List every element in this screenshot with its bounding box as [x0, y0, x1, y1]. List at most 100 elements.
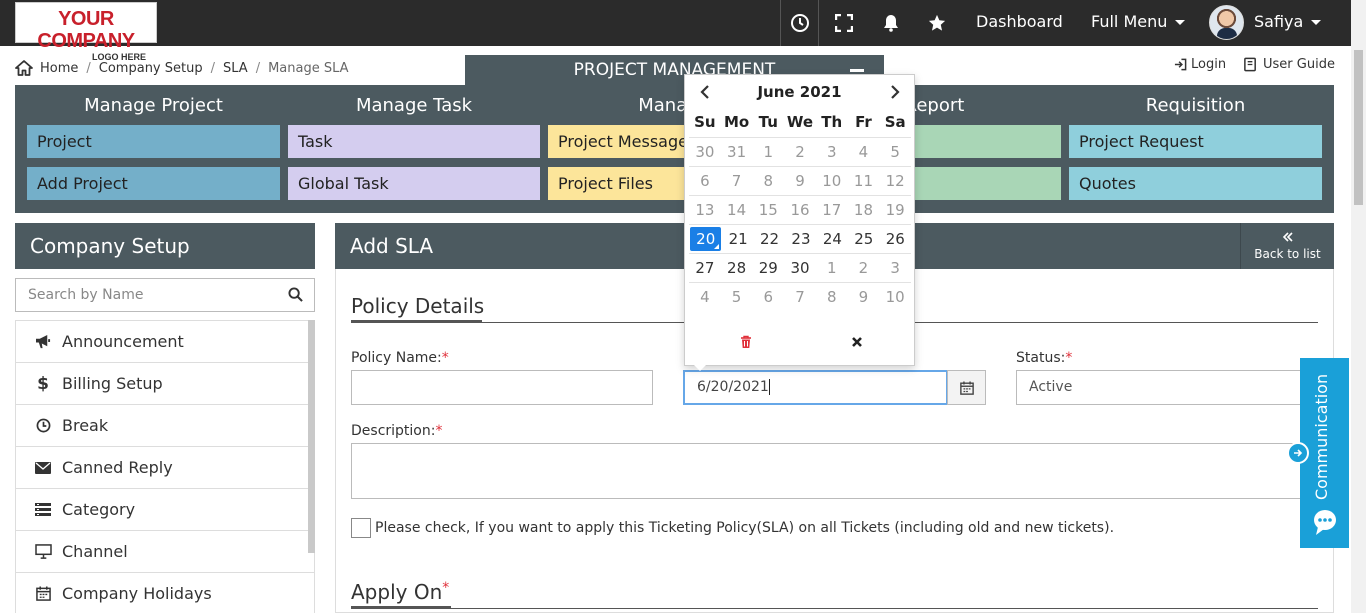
day-cell[interactable]: 21: [722, 225, 753, 253]
breadcrumb-sla[interactable]: SLA: [223, 61, 248, 76]
search-input[interactable]: [16, 279, 286, 311]
day-cell[interactable]: 4: [689, 283, 721, 311]
day-cell[interactable]: 10: [879, 283, 911, 311]
search-icon[interactable]: [288, 287, 303, 302]
day-cell[interactable]: 7: [721, 167, 753, 195]
selected-day[interactable]: 20: [690, 227, 722, 251]
day-cell[interactable]: 13: [689, 196, 721, 224]
date-field[interactable]: 6/20/2021: [683, 370, 948, 405]
required-mark: *: [1065, 350, 1073, 366]
breadcrumb-home[interactable]: Home: [40, 61, 78, 76]
policy-name-field[interactable]: [351, 370, 653, 405]
avatar[interactable]: [1209, 5, 1244, 40]
day-cell[interactable]: 2: [848, 254, 880, 282]
tile-project[interactable]: Project: [27, 125, 280, 158]
dashboard-link[interactable]: Dashboard: [976, 12, 1063, 31]
day-cell[interactable]: 5: [721, 283, 753, 311]
section-divider: [351, 608, 1318, 609]
scrollbar-thumb[interactable]: [1354, 50, 1363, 205]
tile-project-request[interactable]: Project Request: [1069, 125, 1322, 158]
user-menu-dropdown[interactable]: Safiya: [1254, 12, 1322, 31]
menu-item-canned-reply[interactable]: Canned Reply: [16, 447, 314, 489]
day-cell[interactable]: 3: [816, 138, 848, 166]
description-textarea[interactable]: [351, 443, 1306, 499]
day-cell[interactable]: 30: [784, 254, 816, 282]
apply-all-tickets-checkbox[interactable]: [351, 518, 371, 538]
day-cell[interactable]: 9: [784, 167, 816, 195]
day-cell[interactable]: 10: [816, 167, 848, 195]
chevron-left-icon[interactable]: [697, 83, 713, 101]
day-cell[interactable]: 26: [880, 225, 911, 253]
menu-item-category[interactable]: Category: [16, 489, 314, 531]
day-cell[interactable]: 11: [848, 167, 880, 195]
bell-icon[interactable]: [879, 11, 903, 35]
clock-icon[interactable]: [788, 11, 812, 35]
arrow-right-icon[interactable]: [1287, 442, 1309, 464]
day-cell[interactable]: 8: [752, 167, 784, 195]
day-cell[interactable]: 8: [816, 283, 848, 311]
status-select[interactable]: Active: [1016, 370, 1306, 405]
user-guide-link[interactable]: User Guide: [1243, 57, 1335, 72]
menu-item-billing-setup[interactable]: $ Billing Setup: [16, 363, 314, 405]
day-cell[interactable]: 25: [848, 225, 879, 253]
day-cell[interactable]: 2: [784, 138, 816, 166]
day-cell[interactable]: 16: [784, 196, 816, 224]
menu-item-company-holidays[interactable]: Company Holidays: [16, 573, 314, 613]
divider: [818, 0, 819, 46]
day-cell[interactable]: 22: [754, 225, 785, 253]
day-cell[interactable]: 1: [752, 138, 784, 166]
day-cell[interactable]: 12: [879, 167, 911, 195]
collapse-icon[interactable]: [850, 69, 864, 72]
apply-on-title: Apply On*: [351, 580, 449, 604]
company-logo[interactable]: YOUR COMPANY LOGO HERE: [15, 2, 157, 62]
login-link[interactable]: Login: [1174, 57, 1226, 72]
day-cell[interactable]: 31: [721, 138, 753, 166]
user-name: Safiya: [1254, 12, 1304, 31]
day-cell[interactable]: 1: [816, 254, 848, 282]
day-cell[interactable]: 7: [784, 283, 816, 311]
day-cell[interactable]: 6: [752, 283, 784, 311]
day-cell[interactable]: 4: [848, 138, 880, 166]
menu-item-break[interactable]: Break: [16, 405, 314, 447]
datepicker-month[interactable]: June 2021: [685, 83, 914, 101]
policy-details-title: Policy Details: [351, 294, 485, 318]
day-cell[interactable]: 27: [689, 254, 721, 282]
menu-item-announcement[interactable]: Announcement: [16, 321, 314, 363]
calendar-button[interactable]: [947, 370, 986, 405]
day-cell[interactable]: 14: [721, 196, 753, 224]
tile-task[interactable]: Task: [288, 125, 540, 158]
day-cell[interactable]: 15: [752, 196, 784, 224]
close-icon[interactable]: [849, 333, 865, 351]
day-cell[interactable]: 9: [848, 283, 880, 311]
datepicker-week-row: 27 28 29 30 1 2 3: [689, 253, 911, 282]
page-scrollbar[interactable]: [1351, 0, 1366, 613]
menu-item-channel[interactable]: Channel: [16, 531, 314, 573]
day-cell[interactable]: 6: [689, 167, 721, 195]
day-cell[interactable]: 19: [879, 196, 911, 224]
day-cell[interactable]: 24: [817, 225, 848, 253]
full-menu-dropdown[interactable]: Full Menu: [1091, 12, 1186, 31]
datepicker-week-row: 30 31 1 2 3 4 5: [689, 137, 911, 166]
tile-global-task[interactable]: Global Task: [288, 167, 540, 200]
chevron-right-icon[interactable]: [887, 83, 903, 101]
tile-quotes[interactable]: Quotes: [1069, 167, 1322, 200]
tile-add-project[interactable]: Add Project: [27, 167, 280, 200]
back-to-list-button[interactable]: Back to list: [1240, 223, 1334, 269]
day-cell[interactable]: 30: [689, 138, 721, 166]
star-icon[interactable]: [925, 11, 949, 35]
day-cell[interactable]: 23: [785, 225, 816, 253]
datepicker-weekday-row: Su Mo Tu We Th Fr Sa: [689, 108, 911, 137]
apply-on-text: Apply On: [351, 580, 443, 604]
bullhorn-icon: [34, 333, 52, 351]
day-cell[interactable]: 3: [879, 254, 911, 282]
day-cell[interactable]: 18: [848, 196, 880, 224]
day-cell[interactable]: 5: [879, 138, 911, 166]
breadcrumb-company-setup[interactable]: Company Setup: [99, 61, 203, 76]
day-cell[interactable]: 29: [752, 254, 784, 282]
home-icon[interactable]: [15, 60, 33, 76]
trash-icon[interactable]: [738, 333, 754, 351]
day-cell[interactable]: 17: [816, 196, 848, 224]
day-cell[interactable]: 28: [721, 254, 753, 282]
menu-scrollbar[interactable]: [308, 320, 315, 553]
fullscreen-icon[interactable]: [832, 11, 856, 35]
